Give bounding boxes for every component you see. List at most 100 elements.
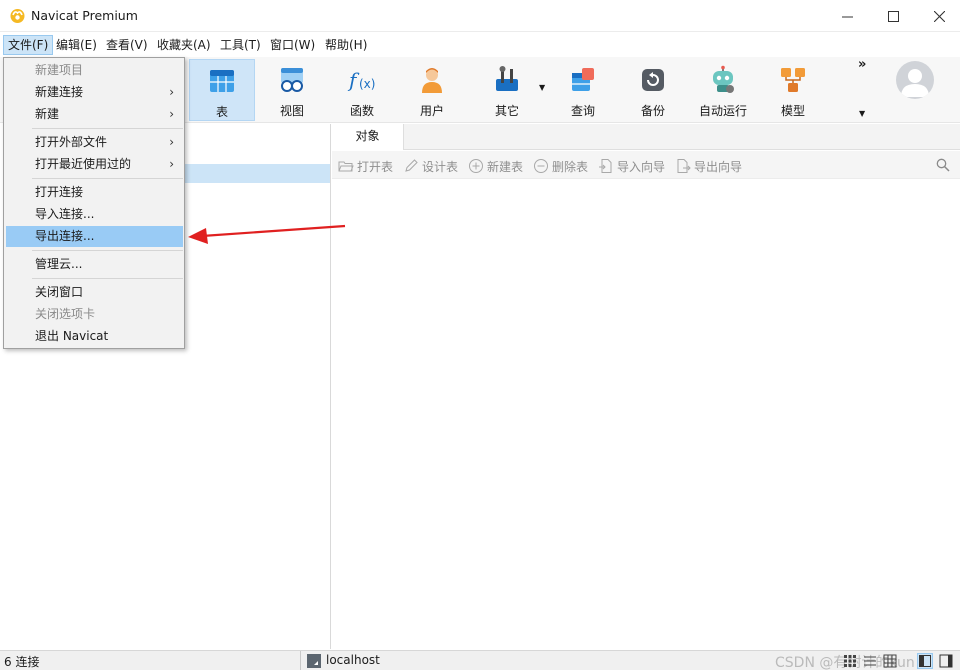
- menu-file[interactable]: 文件(F): [3, 35, 54, 55]
- toolbar-automation-button[interactable]: 自动运行: [690, 59, 756, 121]
- minimize-icon: [841, 16, 853, 17]
- file-menu-new-connection[interactable]: 新建连接 ›: [6, 82, 183, 103]
- file-menu-open-connection[interactable]: 打开连接: [6, 182, 183, 203]
- toolbar-backup-label: 备份: [640, 104, 665, 118]
- object-toolbar: 打开表 设计表 新建表 删除表 导入向导 导出向导: [332, 151, 960, 179]
- object-list-area: [332, 180, 960, 649]
- user-icon: [422, 68, 442, 93]
- toolbar-model-label: 模型: [780, 104, 805, 118]
- status-bar: 6 连接 localhost CSDN @有树计的kun: [0, 650, 960, 670]
- toolbar-options-icon[interactable]: ▼: [859, 109, 865, 118]
- left-panel-icon: [919, 655, 931, 667]
- toolbar-model-button[interactable]: 模型: [760, 59, 826, 121]
- right-panel-icon[interactable]: [938, 653, 954, 669]
- pencil-icon: [405, 159, 418, 172]
- status-host: localhost: [326, 653, 380, 667]
- menu-favorites[interactable]: 收藏夹(A): [152, 35, 216, 55]
- toolbar-view-button[interactable]: 视图: [259, 59, 325, 121]
- toolbar-query-button[interactable]: 查询: [550, 59, 616, 121]
- file-menu-open-recent[interactable]: 打开最近使用过的 ›: [6, 154, 183, 175]
- submenu-arrow-icon: ›: [169, 85, 174, 99]
- design-table-label: 设计表: [422, 159, 459, 174]
- tools-icon: [496, 66, 518, 91]
- file-menu-new-project[interactable]: 新建项目: [6, 60, 183, 81]
- toolbar-automation-label: 自动运行: [698, 104, 747, 118]
- toolbar-user-button[interactable]: 用户: [399, 59, 465, 121]
- svg-text:(x): (x): [359, 77, 375, 91]
- toolbar-function-label: 函数: [349, 104, 374, 118]
- menu-window[interactable]: 窗口(W): [265, 35, 320, 55]
- menu-tools[interactable]: 工具(T): [215, 35, 266, 55]
- toolbar-backup-button[interactable]: 备份: [620, 59, 686, 121]
- maximize-button[interactable]: [870, 0, 916, 32]
- tree-row-selected[interactable]: [185, 164, 330, 183]
- table-icon: [210, 70, 234, 92]
- export-icon: [677, 159, 691, 173]
- new-table-button[interactable]: 新建表: [468, 157, 523, 175]
- import-wizard-label: 导入向导: [617, 159, 666, 174]
- new-table-label: 新建表: [487, 159, 524, 174]
- menu-separator: [32, 278, 183, 279]
- file-menu-export-connections[interactable]: 导出连接...: [6, 226, 183, 247]
- folder-open-icon: [338, 161, 354, 172]
- add-circle-icon: [469, 159, 483, 173]
- toolbar-overflow-button[interactable]: »: [858, 57, 867, 72]
- robot-icon: [713, 65, 734, 93]
- function-icon: f (x): [347, 68, 375, 92]
- connection-icon: [307, 654, 321, 668]
- import-icon: [599, 159, 612, 173]
- open-table-button[interactable]: 打开表: [338, 157, 393, 175]
- open-table-label: 打开表: [357, 159, 394, 174]
- toggle-left-panel-button[interactable]: [917, 653, 933, 669]
- search-icon[interactable]: [936, 158, 950, 172]
- tab-objects[interactable]: 对象: [332, 124, 404, 150]
- menu-edit[interactable]: 编辑(E): [51, 35, 102, 55]
- minimize-button[interactable]: [824, 0, 870, 32]
- list-view-icon[interactable]: [862, 653, 878, 669]
- toolbar-query-label: 查询: [570, 104, 595, 118]
- menu-separator: [32, 178, 183, 179]
- file-menu-exit[interactable]: 退出 Navicat: [6, 326, 183, 347]
- close-button[interactable]: [916, 0, 960, 32]
- file-menu-new[interactable]: 新建 ›: [6, 104, 183, 125]
- other-dropdown-icon[interactable]: ▼: [539, 83, 545, 92]
- window-title: Navicat Premium: [31, 8, 138, 23]
- view-icon: [281, 68, 303, 92]
- toolbar-function-button[interactable]: f (x) 函数: [329, 59, 395, 121]
- submenu-arrow-icon: ›: [169, 107, 174, 121]
- navicat-logo-icon: [10, 9, 25, 23]
- file-menu-close-window[interactable]: 关闭窗口: [6, 282, 183, 303]
- grid-view-icon[interactable]: [842, 653, 858, 669]
- user-avatar-icon: [901, 69, 929, 97]
- toolbar-table-button[interactable]: 表: [189, 59, 255, 121]
- menu-separator: [32, 250, 183, 251]
- menu-help[interactable]: 帮助(H): [320, 35, 372, 55]
- toolbar-view-label: 视图: [279, 104, 304, 118]
- remove-circle-icon: [534, 159, 548, 173]
- backup-icon: [642, 69, 664, 91]
- menu-bar: 文件(F) 编辑(E) 查看(V) 收藏夹(A) 工具(T) 窗口(W) 帮助(…: [0, 33, 960, 57]
- menu-view[interactable]: 查看(V): [101, 35, 153, 55]
- query-icon: [572, 68, 594, 91]
- import-wizard-button[interactable]: 导入向导: [598, 157, 665, 175]
- file-menu-dropdown: 新建项目 新建连接 › 新建 › 打开外部文件 › 打开最近使用过的 › 打开连接 导入…: [3, 57, 185, 349]
- detail-view-icon[interactable]: [882, 653, 898, 669]
- file-menu-open-external-file[interactable]: 打开外部文件 ›: [6, 132, 183, 153]
- design-table-button[interactable]: 设计表: [403, 157, 458, 175]
- toolbar-other-button[interactable]: 其它: [474, 59, 540, 121]
- model-icon: [781, 68, 805, 92]
- file-menu-import-connections[interactable]: 导入连接...: [6, 204, 183, 225]
- delete-table-button[interactable]: 删除表: [533, 157, 588, 175]
- connection-count: 6 连接: [4, 655, 40, 669]
- export-wizard-button[interactable]: 导出向导: [675, 157, 742, 175]
- title-bar: Navicat Premium: [0, 0, 960, 32]
- file-menu-close-tab[interactable]: 关闭选项卡: [6, 304, 183, 325]
- submenu-arrow-icon: ›: [169, 135, 174, 149]
- toolbar-user-label: 用户: [419, 104, 444, 118]
- delete-table-label: 删除表: [552, 159, 589, 174]
- close-icon: [933, 10, 945, 22]
- toolbar-table-label: 表: [215, 105, 228, 119]
- submenu-arrow-icon: ›: [169, 157, 174, 171]
- avatar[interactable]: [896, 61, 934, 99]
- file-menu-manage-cloud[interactable]: 管理云...: [6, 254, 183, 275]
